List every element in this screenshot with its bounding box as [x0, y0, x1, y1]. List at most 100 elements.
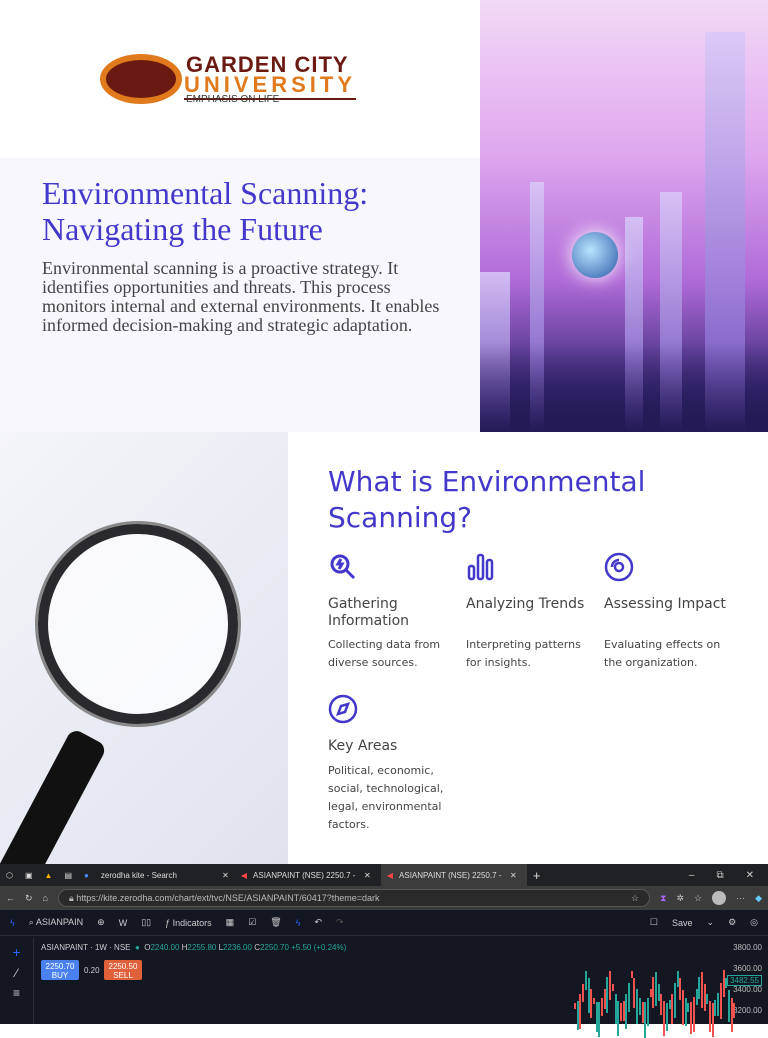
card-text: Evaluating effects on the organization. — [604, 638, 721, 669]
new-tab-button[interactable]: + — [527, 864, 547, 886]
candle — [660, 994, 663, 1016]
workspaces-icon[interactable]: ⬡ — [0, 864, 19, 886]
card-text: Interpreting patterns for insights. — [466, 638, 581, 669]
tab-label: ASIANPAINT (NSE) 2250.7 - Kite C — [399, 870, 504, 880]
minimize-button[interactable]: – — [689, 870, 695, 881]
card-text: Collecting data from diverse sources. — [328, 638, 441, 669]
symbol-search[interactable]: ⌕ ASIANPAIN — [29, 917, 83, 928]
tab-label: zerodha kite - Search — [100, 870, 177, 880]
spread-value: 0.20 — [84, 966, 100, 975]
tab-kite-2[interactable]: ◀ ASIANPAINT (NSE) 2250.7 - Kite C ✕ — [380, 864, 527, 886]
extensions-icon[interactable]: ✲ — [676, 893, 684, 904]
undo-icon[interactable]: ↶ — [314, 917, 322, 928]
home-icon[interactable]: ⌂ — [43, 893, 48, 903]
redo-icon[interactable]: ↷ — [336, 917, 344, 928]
layout-icon[interactable]: ☐ — [650, 917, 658, 928]
candle — [614, 994, 617, 1025]
logo-tagline: EMPHASIS ON LIFE — [186, 94, 280, 105]
candle — [609, 971, 612, 1001]
candle — [592, 997, 595, 1005]
snapshot-icon[interactable]: ◎ — [750, 917, 758, 928]
candle — [617, 1000, 620, 1036]
candle — [714, 1000, 717, 1016]
candle — [706, 994, 709, 1004]
card-assessing-impact: Assessing Impact Evaluating effects on t… — [604, 552, 734, 672]
refresh-icon[interactable]: ↻ — [25, 893, 33, 904]
tab-actions-icon[interactable]: ▣ — [19, 864, 39, 886]
candle — [709, 1000, 711, 1033]
extension-icon[interactable]: ⧗ — [660, 893, 666, 904]
close-tab-icon[interactable]: ✕ — [364, 871, 371, 880]
back-icon[interactable]: ← — [6, 893, 15, 903]
candle — [628, 983, 630, 1012]
high-value: 2255.80 — [187, 943, 217, 952]
card-title: Gathering Information — [328, 596, 410, 629]
university-logo: GARDEN CITY UNIVERSITY EMPHASIS ON LIFE — [100, 52, 420, 107]
candle — [652, 977, 655, 1008]
card-title: Analyzing Trends — [466, 596, 585, 612]
candle — [606, 977, 609, 1013]
favorite-star-icon[interactable]: ☆ — [631, 893, 639, 904]
candle — [633, 977, 636, 1009]
save-button[interactable]: Save — [672, 918, 693, 928]
magnifying-glass-image — [0, 432, 288, 864]
chart-type-icon[interactable]: ▯▯ — [141, 917, 151, 928]
tab-kite-1[interactable]: ◀ ASIANPAINT (NSE) 2250.7 - Kite C ✕ — [235, 864, 381, 886]
low-value: 2236.00 — [223, 943, 252, 952]
compass-icon — [328, 694, 358, 724]
tab-label: ASIANPAINT (NSE) 2250.7 - Kite C — [253, 870, 358, 880]
trendline-icon[interactable]: ⁄ — [0, 966, 33, 980]
close-value: 2250.70 — [259, 943, 289, 952]
favorites-icon[interactable]: ☆ — [694, 893, 702, 904]
price-chart[interactable]: ASIANPAINT · 1W · NSE ● O2240.00 H2255.8… — [34, 938, 768, 1038]
indicators-button[interactable]: ƒ Indicators — [165, 918, 212, 928]
card-title: Assessing Impact — [604, 596, 726, 612]
close-tab-icon[interactable]: ✕ — [510, 871, 517, 880]
pinned-tab-c[interactable]: ● — [78, 864, 95, 886]
candle — [630, 970, 633, 979]
url-input[interactable]: 🔒︎ https://kite.zerodha.com/chart/ext/tv… — [57, 889, 651, 907]
sell-button[interactable]: 2250.50 SELL — [104, 960, 142, 980]
candle — [727, 989, 730, 1022]
candle — [719, 982, 722, 1019]
kite-icon: ◀ — [240, 870, 248, 880]
candle — [603, 988, 606, 1009]
compare-icon[interactable]: ⊕ — [97, 917, 105, 928]
card-key-areas: Key Areas Political, economic, social, t… — [328, 694, 458, 834]
delete-icon[interactable]: 🗑︎ — [270, 917, 281, 928]
candle — [698, 976, 701, 999]
more-menu-icon[interactable]: ··· — [736, 893, 745, 903]
profile-avatar[interactable] — [712, 891, 727, 905]
alert-icon[interactable]: ☑ — [248, 917, 256, 928]
templates-icon[interactable]: ▦ — [226, 917, 235, 928]
save-dropdown-icon[interactable]: ⌄ — [707, 917, 715, 928]
candle — [665, 1002, 668, 1031]
buy-button[interactable]: 2250.70 BUY — [41, 960, 79, 980]
candle — [576, 1000, 579, 1031]
chart-toolbar: ϟ ⌕ ASIANPAIN ⊕ W ▯▯ ƒ Indicators ▦ ☑ 🗑︎… — [0, 910, 768, 936]
candle — [684, 998, 687, 1026]
restore-button[interactable]: ⧉ — [716, 870, 723, 881]
axis-label: 3800.00 — [733, 943, 762, 952]
settings-icon[interactable]: ⚙ — [728, 917, 736, 928]
pinned-tab-drive[interactable]: ▲ — [39, 864, 59, 886]
interval-select[interactable]: W — [119, 918, 128, 928]
flash-icon[interactable]: ϟ — [296, 918, 301, 928]
pinned-tab-outlook[interactable]: ▤ — [58, 864, 78, 886]
candle — [673, 983, 676, 1018]
candle — [649, 988, 652, 997]
axis-label: 3200.00 — [733, 1006, 762, 1015]
candle — [641, 1002, 644, 1024]
candle — [690, 1002, 693, 1034]
candle — [725, 978, 728, 989]
close-tab-icon[interactable]: ✕ — [222, 871, 229, 880]
bar-chart-icon — [467, 553, 494, 581]
close-window-button[interactable]: ✕ — [746, 870, 754, 881]
tab-search[interactable]: zerodha kite - Search ✕ — [95, 864, 235, 886]
copilot-icon[interactable]: ◆ — [755, 893, 762, 904]
candle — [700, 971, 703, 1008]
candle — [655, 971, 657, 1007]
card-gathering-information: Gathering Information Collecting data fr… — [328, 552, 458, 672]
crosshair-icon[interactable]: + — [0, 944, 33, 960]
fib-icon[interactable]: ≡ — [0, 986, 33, 1000]
